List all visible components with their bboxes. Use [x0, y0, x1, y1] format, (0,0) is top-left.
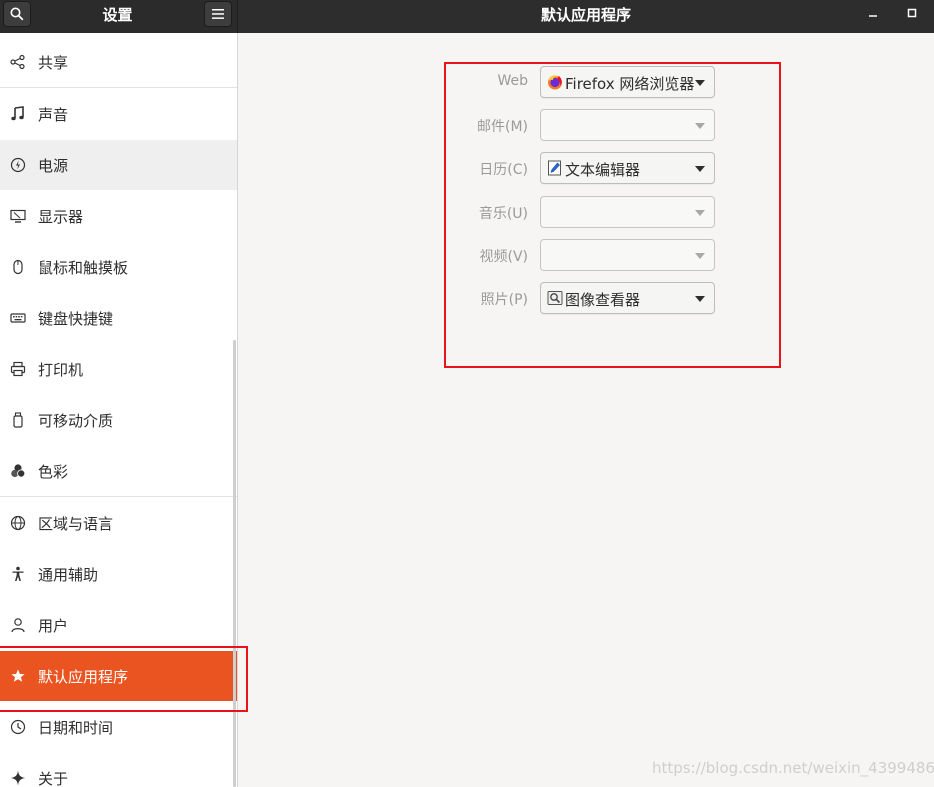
sidebar-item-share[interactable]: 共享 [0, 37, 237, 87]
sidebar-item-label: 声音 [38, 105, 69, 124]
mail-combobox[interactable] [540, 109, 715, 141]
star-icon [9, 667, 27, 685]
sidebar-item-label: 打印机 [38, 360, 84, 379]
hamburger-icon [212, 9, 224, 19]
firefox-icon [547, 74, 563, 90]
calendar-label: 日历(C) [479, 162, 528, 178]
calendar-combobox[interactable]: 文本编辑器 [540, 152, 715, 184]
calendar-combobox-value: 文本编辑器 [565, 161, 641, 179]
sidebar-item-label: 可移动介质 [38, 411, 114, 430]
video-combobox[interactable] [540, 239, 715, 271]
printer-icon [9, 360, 27, 378]
globe-icon [9, 514, 27, 532]
web-label: Web [497, 73, 528, 89]
photos-combobox-value: 图像查看器 [565, 291, 641, 309]
sidebar-item-color[interactable]: 色彩 [0, 446, 237, 496]
sidebar-item-label: 关于 [38, 769, 69, 787]
mouse-icon [9, 258, 27, 276]
music-label: 音乐(U) [478, 206, 528, 222]
sidebar-item-label: 显示器 [38, 207, 84, 226]
text-editor-icon [547, 160, 563, 176]
divider [0, 496, 237, 497]
sidebar-item-mouse[interactable]: 鼠标和触摸板 [0, 242, 237, 292]
sparkle-icon [9, 769, 27, 787]
sidebar-item-label: 日期和时间 [38, 718, 114, 737]
watermark-text: https://blog.csdn.net/weixin_43994864 [652, 759, 934, 777]
search-button[interactable] [3, 1, 31, 27]
sidebar-item-users[interactable]: 用户 [0, 600, 237, 650]
sidebar-title: 设置 [102, 6, 133, 24]
sidebar-item-power[interactable]: 电源 [0, 140, 237, 190]
sidebar-item-date-time[interactable]: 日期和时间 [0, 702, 237, 752]
sidebar-header: 设置 [0, 0, 238, 33]
sidebar-item-label: 键盘快捷键 [38, 309, 114, 328]
clock-icon [9, 718, 27, 736]
sidebar-item-label: 色彩 [38, 462, 69, 481]
color-icon [9, 462, 27, 480]
hamburger-menu-button[interactable] [204, 1, 232, 27]
chevron-down-icon [695, 123, 705, 129]
sidebar-item-label: 默认应用程序 [38, 667, 129, 686]
sidebar-item-region-language[interactable]: 区域与语言 [0, 498, 237, 548]
maximize-icon[interactable] [905, 6, 919, 20]
default-mail-row: 邮件(M) [445, 109, 785, 141]
video-label: 视频(V) [479, 249, 528, 265]
power-icon [9, 156, 27, 174]
divider [0, 87, 237, 88]
chevron-down-icon [695, 296, 705, 302]
default-photos-row: 照片(P) 图像查看器 [445, 282, 785, 314]
default-web-row: Web Firefox 网络浏览器 [445, 66, 785, 98]
share-icon [9, 53, 27, 71]
sidebar-item-default-applications[interactable]: 默认应用程序 [0, 651, 237, 701]
music-combobox[interactable] [540, 196, 715, 228]
sidebar: 共享 声音 电源 显示器 鼠标和触摸板 键盘快捷键 打印机 可移动介质 色彩 区… [0, 33, 238, 787]
image-viewer-icon [547, 290, 563, 306]
web-combobox[interactable]: Firefox 网络浏览器 [540, 66, 715, 98]
sidebar-scrollbar[interactable] [233, 340, 236, 787]
default-video-row: 视频(V) [445, 239, 785, 271]
sidebar-item-keyboard[interactable]: 键盘快捷键 [0, 293, 237, 343]
accessibility-icon [9, 565, 27, 583]
sidebar-item-printers[interactable]: 打印机 [0, 344, 237, 394]
keyboard-icon [9, 309, 27, 327]
sidebar-item-sound[interactable]: 声音 [0, 89, 237, 139]
music-note-icon [9, 105, 27, 123]
sidebar-item-displays[interactable]: 显示器 [0, 191, 237, 241]
chevron-down-icon [695, 210, 705, 216]
photos-combobox[interactable]: 图像查看器 [540, 282, 715, 314]
default-calendar-row: 日历(C) 文本编辑器 [445, 152, 785, 184]
chevron-down-icon [695, 166, 705, 172]
sidebar-item-label: 共享 [38, 53, 69, 72]
sidebar-item-removable-media[interactable]: 可移动介质 [0, 395, 237, 445]
default-music-row: 音乐(U) [445, 196, 785, 228]
header-bar: 设置 默认应用程序 [0, 0, 934, 33]
sidebar-item-label: 用户 [38, 616, 69, 635]
mail-label: 邮件(M) [476, 119, 528, 135]
removable-media-icon [9, 411, 27, 429]
sidebar-item-label: 电源 [38, 156, 69, 175]
photos-label: 照片(P) [480, 292, 528, 308]
page-title: 默认应用程序 [540, 6, 631, 24]
user-icon [9, 616, 27, 634]
sidebar-item-label: 鼠标和触摸板 [38, 258, 129, 277]
chevron-down-icon [695, 80, 705, 86]
search-icon [10, 7, 24, 21]
minimize-icon[interactable] [866, 6, 880, 20]
sidebar-item-about[interactable]: 关于 [0, 753, 237, 787]
sidebar-item-label: 通用辅助 [38, 565, 99, 584]
display-icon [9, 207, 27, 225]
web-combobox-value: Firefox 网络浏览器 [565, 75, 695, 93]
sidebar-item-accessibility[interactable]: 通用辅助 [0, 549, 237, 599]
sidebar-item-label: 区域与语言 [38, 514, 114, 533]
chevron-down-icon [695, 253, 705, 259]
